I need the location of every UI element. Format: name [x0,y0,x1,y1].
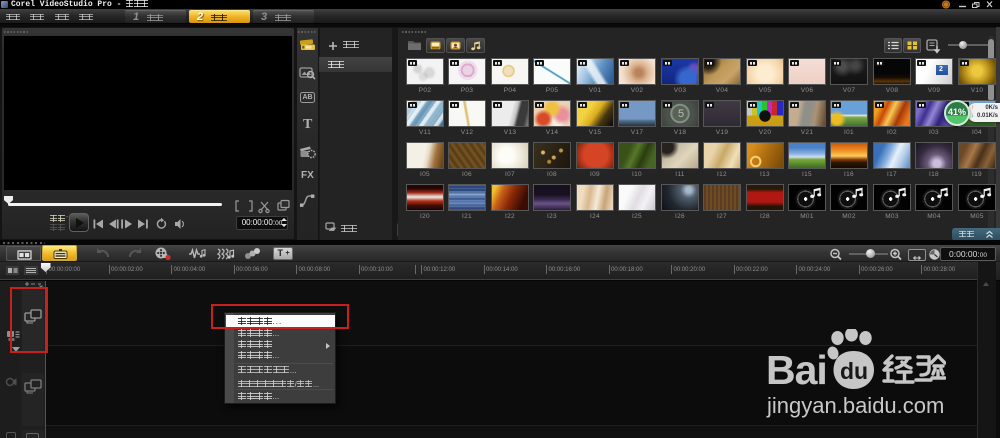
svg-text:du: du [840,358,868,384]
